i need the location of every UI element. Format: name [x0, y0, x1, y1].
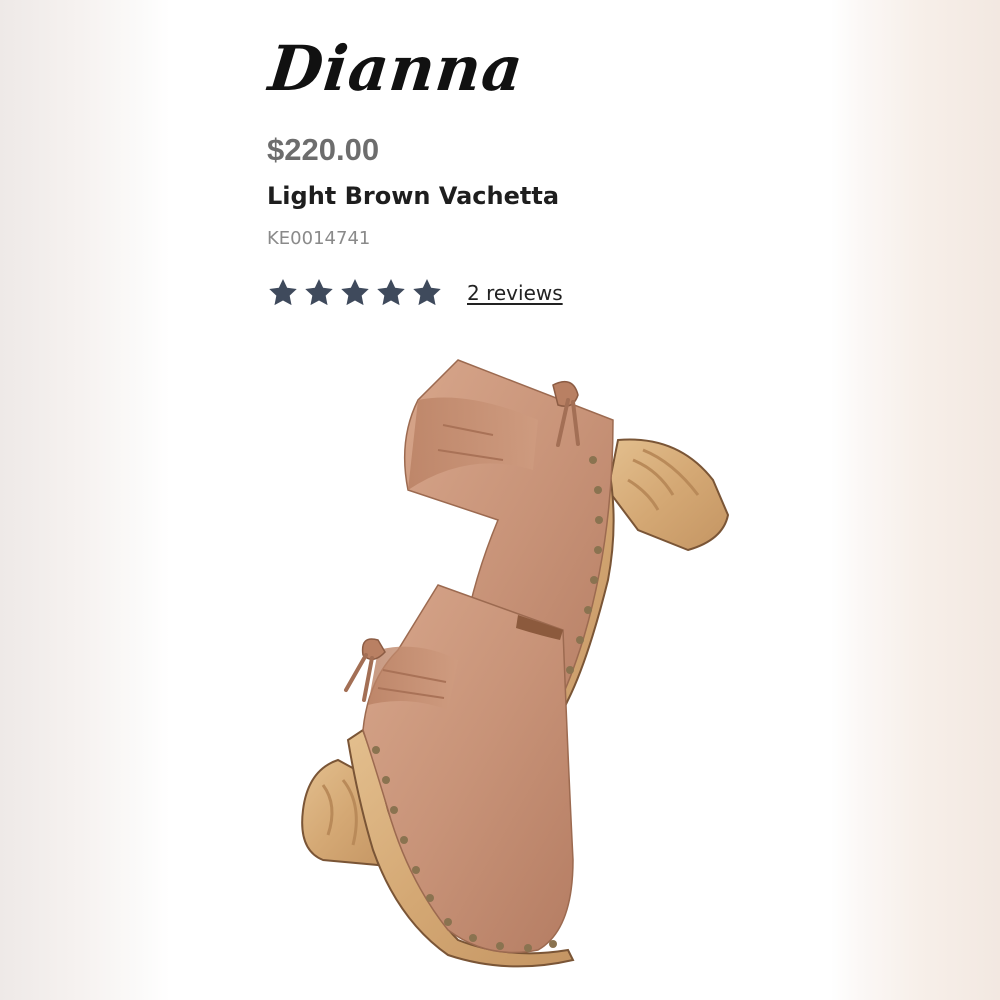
product-sku: KE0014741: [267, 228, 371, 249]
star-icon: [375, 277, 407, 309]
star-icon: [411, 277, 443, 309]
star-icon: [339, 277, 371, 309]
star-icon: [267, 277, 299, 309]
star-rating: [267, 277, 443, 309]
product-name: Dianna: [265, 32, 527, 105]
product-image: [268, 340, 788, 980]
product-card: Dianna $220.00 Light Brown Vachetta KE00…: [168, 0, 832, 1000]
reviews-link[interactable]: 2 reviews: [467, 281, 563, 305]
boot-left: [301, 584, 575, 968]
product-color-name: Light Brown Vachetta: [267, 182, 560, 210]
rating-row: 2 reviews: [267, 274, 563, 312]
star-icon: [303, 277, 335, 309]
product-price: $220.00: [267, 132, 380, 167]
ankle-boots-illustration: [301, 359, 730, 968]
